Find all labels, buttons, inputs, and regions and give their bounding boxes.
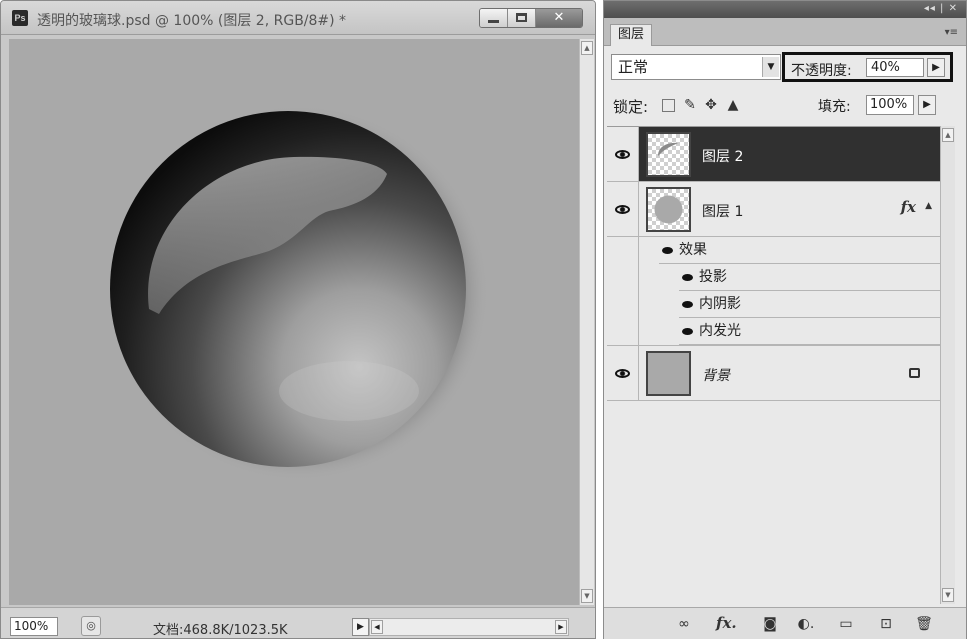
fill-input[interactable]: 100% <box>866 95 914 115</box>
blend-mode-value: 正常 <box>618 58 649 76</box>
visibility-toggle[interactable] <box>607 346 639 400</box>
scroll-up-arrow-icon[interactable]: ▲ <box>942 128 954 142</box>
document-titlebar[interactable]: Ps 透明的玻璃球.psd @ 100% (图层 2, RGB/8#) * ✕ <box>1 1 595 35</box>
eye-icon <box>662 247 673 254</box>
minimize-icon <box>488 20 499 23</box>
glass-ball-image <box>109 105 489 481</box>
chevron-down-icon[interactable]: ▼ <box>762 57 779 77</box>
expand-effects-icon[interactable]: ▲ <box>925 201 932 211</box>
effect-row-inner-glow[interactable]: 内发光 <box>679 318 940 345</box>
opacity-slider-arrow-icon[interactable]: ▶ <box>927 58 945 77</box>
image-canvas[interactable] <box>9 39 579 605</box>
fill-slider-arrow-icon[interactable]: ▶ <box>918 95 936 115</box>
opacity-control: 不透明度: 40% ▶ <box>782 52 953 82</box>
ball-thumbnail-art <box>654 195 683 224</box>
layers-panel-footer: ∞ fx. ◙ ◐. ▭ ⊡ 🗑 <box>604 607 966 639</box>
panel-menu-icon[interactable]: ▾≡ <box>945 27 958 38</box>
close-button[interactable]: ✕ <box>536 9 582 27</box>
effect-name: 内阴影 <box>699 296 741 312</box>
layers-vertical-scrollbar[interactable]: ▲ ▼ <box>940 126 955 604</box>
eye-icon <box>615 369 630 378</box>
window-controls: ✕ <box>479 8 583 28</box>
lock-all-icon[interactable]: ▲ <box>725 97 741 113</box>
layer-row-layer-2[interactable]: 图层 2 <box>607 127 940 182</box>
eye-icon <box>682 328 693 335</box>
layers-panel: ◂◂ | ✕ 图层 ▾≡ 正常 ▼ 不透明度: 40% ▶ 锁定: ✎ ✥ ▲ … <box>603 0 967 639</box>
effect-name: 内发光 <box>699 323 741 339</box>
document-window: Ps 透明的玻璃球.psd @ 100% (图层 2, RGB/8#) * ✕ <box>0 0 596 639</box>
delete-icon[interactable]: 🗑 <box>914 614 934 634</box>
scroll-up-arrow-icon[interactable]: ▲ <box>581 41 593 55</box>
eye-icon <box>615 150 630 159</box>
eye-icon <box>682 301 693 308</box>
scroll-down-arrow-icon[interactable]: ▼ <box>942 588 954 602</box>
layers-list: 图层 2 图层 1 fx ▲ 效果 投影 内阴影 内发光 背景 <box>607 126 940 604</box>
document-size-info: 文档:468.8K/1023.5K <box>153 623 288 638</box>
lock-transparent-pixels-icon[interactable] <box>662 99 675 112</box>
fx-icon[interactable]: fx. <box>716 614 737 634</box>
layer-thumbnail <box>646 351 691 396</box>
scroll-left-arrow-icon[interactable]: ◀ <box>371 620 383 634</box>
document-title: 透明的玻璃球.psd @ 100% (图层 2, RGB/8#) * <box>37 13 347 29</box>
eye-icon <box>615 205 630 214</box>
scroll-right-arrow-icon[interactable]: ▶ <box>555 620 567 634</box>
layer-row-layer-1[interactable]: 图层 1 fx ▲ <box>607 182 940 372</box>
lock-row: 锁定: ✎ ✥ ▲ 填充: 100% ▶ <box>604 93 966 119</box>
effect-row-drop-shadow[interactable]: 投影 <box>679 264 940 291</box>
highlight-thumbnail-art <box>658 142 678 156</box>
status-menu-arrow-icon[interactable]: ▶ <box>352 618 369 636</box>
layer-thumbnail <box>646 132 691 177</box>
layer-thumbnail <box>646 187 691 232</box>
group-icon[interactable]: ▭ <box>836 614 856 634</box>
layer-row-background[interactable]: 背景 <box>607 345 940 401</box>
mask-icon[interactable]: ◙ <box>760 614 780 634</box>
opacity-input[interactable]: 40% <box>866 58 924 77</box>
lock-icon <box>909 368 920 378</box>
panel-tabstrip: 图层 ▾≡ <box>604 18 966 46</box>
panel-collapse-close-icon[interactable]: ◂◂ | ✕ <box>924 3 958 14</box>
maximize-icon <box>516 13 527 22</box>
lock-position-icon[interactable]: ✥ <box>703 97 719 113</box>
eye-icon <box>682 274 693 281</box>
adjustment-icon[interactable]: ◐. <box>796 614 816 634</box>
effect-row-inner-shadow[interactable]: 内阴影 <box>679 291 940 318</box>
layer-name: 背景 <box>702 368 730 384</box>
effects-header: 效果 <box>679 242 707 258</box>
status-options-icon[interactable]: ◎ <box>81 616 101 636</box>
visibility-toggle[interactable] <box>607 182 639 372</box>
opacity-label: 不透明度: <box>791 63 852 79</box>
lock-image-pixels-icon[interactable]: ✎ <box>682 97 698 113</box>
canvas-vertical-scrollbar[interactable]: ▲ ▼ <box>579 39 594 605</box>
scroll-down-arrow-icon[interactable]: ▼ <box>581 589 593 603</box>
blend-mode-select[interactable]: 正常 ▼ <box>611 54 781 80</box>
visibility-toggle[interactable] <box>607 127 639 181</box>
effects-header-row[interactable]: 效果 <box>659 237 940 264</box>
zoom-level-field[interactable]: 100% <box>10 617 58 636</box>
effect-name: 投影 <box>699 269 727 285</box>
minimize-button[interactable] <box>480 9 508 27</box>
layer-name: 图层 1 <box>702 204 744 220</box>
layer-name: 图层 2 <box>702 149 744 165</box>
document-statusbar: 100% ◎ 文档:468.8K/1023.5K ▶ ◀ ▶ <box>1 607 595 638</box>
tab-layers[interactable]: 图层 <box>610 24 652 46</box>
photoshop-logo-icon: Ps <box>12 10 28 26</box>
new-layer-icon[interactable]: ⊡ <box>876 614 896 634</box>
link-icon[interactable]: ∞ <box>674 614 694 634</box>
lock-label: 锁定: <box>613 98 649 116</box>
panel-header-bar: ◂◂ | ✕ <box>604 1 966 18</box>
fill-label: 填充: <box>818 99 851 115</box>
maximize-button[interactable] <box>508 9 536 27</box>
fx-icon[interactable]: fx <box>901 198 916 216</box>
canvas-horizontal-scrollbar[interactable]: ▶ ◀ ▶ <box>352 618 569 636</box>
